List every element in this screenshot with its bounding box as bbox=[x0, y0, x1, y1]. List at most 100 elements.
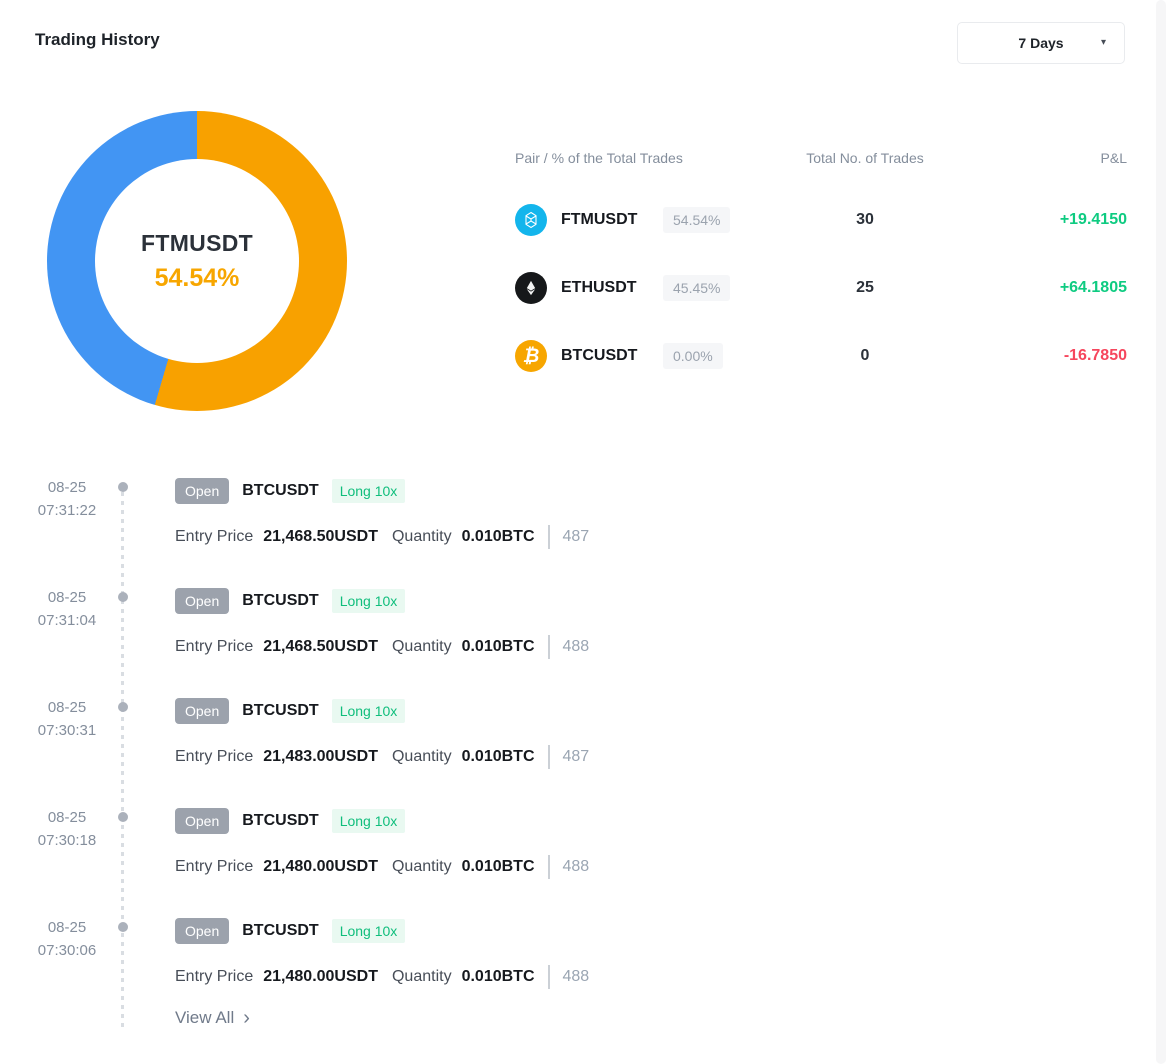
trades-count: 0 bbox=[775, 347, 955, 365]
donut-center-value: 54.54% bbox=[155, 264, 240, 293]
entry-body: Open BTCUSDT Long 10x Entry Price 21,480… bbox=[175, 798, 589, 880]
entry-time: 07:30:06 bbox=[35, 939, 99, 962]
btc-icon: ₿ bbox=[515, 340, 547, 372]
timeline-dot-icon bbox=[118, 482, 128, 492]
donut-center: FTMUSDT 54.54% bbox=[95, 159, 299, 363]
divider bbox=[548, 525, 550, 549]
entry-pair: BTCUSDT bbox=[242, 812, 318, 830]
entry-pair: BTCUSDT bbox=[242, 922, 318, 940]
header-pair: Pair / % of the Total Trades bbox=[515, 150, 775, 166]
page-title: Trading History bbox=[35, 30, 160, 50]
entry-body: Open BTCUSDT Long 10x Entry Price 21,468… bbox=[175, 578, 589, 660]
pair-symbol: ETHUSDT bbox=[561, 279, 649, 297]
trade-number: 488 bbox=[563, 638, 590, 656]
entry-price-value: 21,480.00USDT bbox=[263, 968, 378, 986]
chevron-right-icon: › bbox=[243, 1008, 250, 1028]
entry-pair: BTCUSDT bbox=[242, 592, 318, 610]
entry-price-label: Entry Price bbox=[175, 858, 253, 876]
entry-price-label: Entry Price bbox=[175, 748, 253, 766]
entry-price-value: 21,468.50USDT bbox=[263, 638, 378, 656]
status-badge: Open bbox=[175, 478, 229, 504]
pct-badge: 54.54% bbox=[663, 207, 730, 233]
pair-cell: ₿ BTCUSDT 0.00% bbox=[515, 340, 775, 372]
header-pnl: P&L bbox=[955, 150, 1127, 166]
table-row: ETHUSDT 45.45% 25 +64.1805 bbox=[515, 254, 1127, 322]
ftm-icon bbox=[515, 204, 547, 236]
entry-datetime: 08-25 07:30:31 bbox=[35, 696, 99, 742]
timeline-dot-icon bbox=[118, 812, 128, 822]
entry-date: 08-25 bbox=[35, 696, 99, 719]
donut-chart: FTMUSDT 54.54% bbox=[47, 111, 347, 411]
status-badge: Open bbox=[175, 588, 229, 614]
trading-history-panel: Trading History 7 Days ▾ FTMUSDT 54.54% … bbox=[0, 0, 1168, 1064]
timeline-entry: 08-25 07:31:22 Open BTCUSDT Long 10x Ent… bbox=[35, 468, 1125, 578]
quantity-value: 0.010BTC bbox=[462, 638, 535, 656]
divider bbox=[548, 855, 550, 879]
trades-count: 30 bbox=[775, 211, 955, 229]
entry-price-label: Entry Price bbox=[175, 638, 253, 656]
entry-date: 08-25 bbox=[35, 476, 99, 499]
view-all-label: View All bbox=[175, 1008, 234, 1028]
side-leverage-badge: Long 10x bbox=[332, 479, 406, 503]
divider bbox=[548, 635, 550, 659]
entry-time: 07:31:04 bbox=[35, 609, 99, 632]
btc-glyph: ₿ bbox=[523, 347, 540, 366]
pnl-value: +19.4150 bbox=[955, 211, 1127, 229]
pairs-table-header: Pair / % of the Total Trades Total No. o… bbox=[515, 148, 1127, 168]
donut-center-label: FTMUSDT bbox=[141, 230, 253, 257]
trade-number: 487 bbox=[563, 528, 590, 546]
quantity-label: Quantity bbox=[392, 968, 452, 986]
timeline-entry: 08-25 07:31:04 Open BTCUSDT Long 10x Ent… bbox=[35, 578, 1125, 688]
trade-number: 488 bbox=[563, 858, 590, 876]
quantity-value: 0.010BTC bbox=[462, 748, 535, 766]
entry-datetime: 08-25 07:30:18 bbox=[35, 806, 99, 852]
divider bbox=[548, 965, 550, 989]
entry-pair: BTCUSDT bbox=[242, 702, 318, 720]
timeline-dot-icon bbox=[118, 702, 128, 712]
status-badge: Open bbox=[175, 698, 229, 724]
quantity-label: Quantity bbox=[392, 858, 452, 876]
quantity-label: Quantity bbox=[392, 748, 452, 766]
table-row: FTMUSDT 54.54% 30 +19.4150 bbox=[515, 186, 1127, 254]
vertical-scrollbar[interactable] bbox=[1156, 0, 1166, 1064]
entry-datetime: 08-25 07:30:06 bbox=[35, 916, 99, 962]
pnl-value: +64.1805 bbox=[955, 279, 1127, 297]
entry-price-value: 21,468.50USDT bbox=[263, 528, 378, 546]
entry-date: 08-25 bbox=[35, 916, 99, 939]
entry-body: Open BTCUSDT Long 10x Entry Price 21,480… bbox=[175, 908, 589, 990]
quantity-value: 0.010BTC bbox=[462, 528, 535, 546]
trade-timeline: 08-25 07:31:22 Open BTCUSDT Long 10x Ent… bbox=[35, 468, 1125, 1064]
trade-number: 487 bbox=[563, 748, 590, 766]
eth-icon bbox=[515, 272, 547, 304]
period-dropdown[interactable]: 7 Days ▾ bbox=[957, 22, 1125, 64]
trades-count: 25 bbox=[775, 279, 955, 297]
side-leverage-badge: Long 10x bbox=[332, 699, 406, 723]
entry-datetime: 08-25 07:31:22 bbox=[35, 476, 99, 522]
side-leverage-badge: Long 10x bbox=[332, 919, 406, 943]
pair-cell: ETHUSDT 45.45% bbox=[515, 272, 775, 304]
trade-number: 488 bbox=[563, 968, 590, 986]
quantity-value: 0.010BTC bbox=[462, 968, 535, 986]
entry-time: 07:31:22 bbox=[35, 499, 99, 522]
timeline-dot-icon bbox=[118, 922, 128, 932]
entry-datetime: 08-25 07:31:04 bbox=[35, 586, 99, 632]
pair-symbol: BTCUSDT bbox=[561, 347, 649, 365]
entry-price-value: 21,483.00USDT bbox=[263, 748, 378, 766]
timeline-dot-icon bbox=[118, 592, 128, 602]
quantity-value: 0.010BTC bbox=[462, 858, 535, 876]
pairs-summary-table: Pair / % of the Total Trades Total No. o… bbox=[515, 148, 1127, 390]
period-dropdown-value: 7 Days bbox=[1018, 35, 1063, 51]
timeline-entry: 08-25 07:30:31 Open BTCUSDT Long 10x Ent… bbox=[35, 688, 1125, 798]
entry-date: 08-25 bbox=[35, 586, 99, 609]
pnl-value: -16.7850 bbox=[955, 347, 1127, 365]
caret-down-icon: ▾ bbox=[1101, 37, 1106, 48]
table-row: ₿ BTCUSDT 0.00% 0 -16.7850 bbox=[515, 322, 1127, 390]
status-badge: Open bbox=[175, 918, 229, 944]
status-badge: Open bbox=[175, 808, 229, 834]
entry-price-value: 21,480.00USDT bbox=[263, 858, 378, 876]
pct-badge: 0.00% bbox=[663, 343, 723, 369]
entry-time: 07:30:18 bbox=[35, 829, 99, 852]
side-leverage-badge: Long 10x bbox=[332, 589, 406, 613]
view-all-link[interactable]: View All › bbox=[175, 1004, 250, 1032]
side-leverage-badge: Long 10x bbox=[332, 809, 406, 833]
